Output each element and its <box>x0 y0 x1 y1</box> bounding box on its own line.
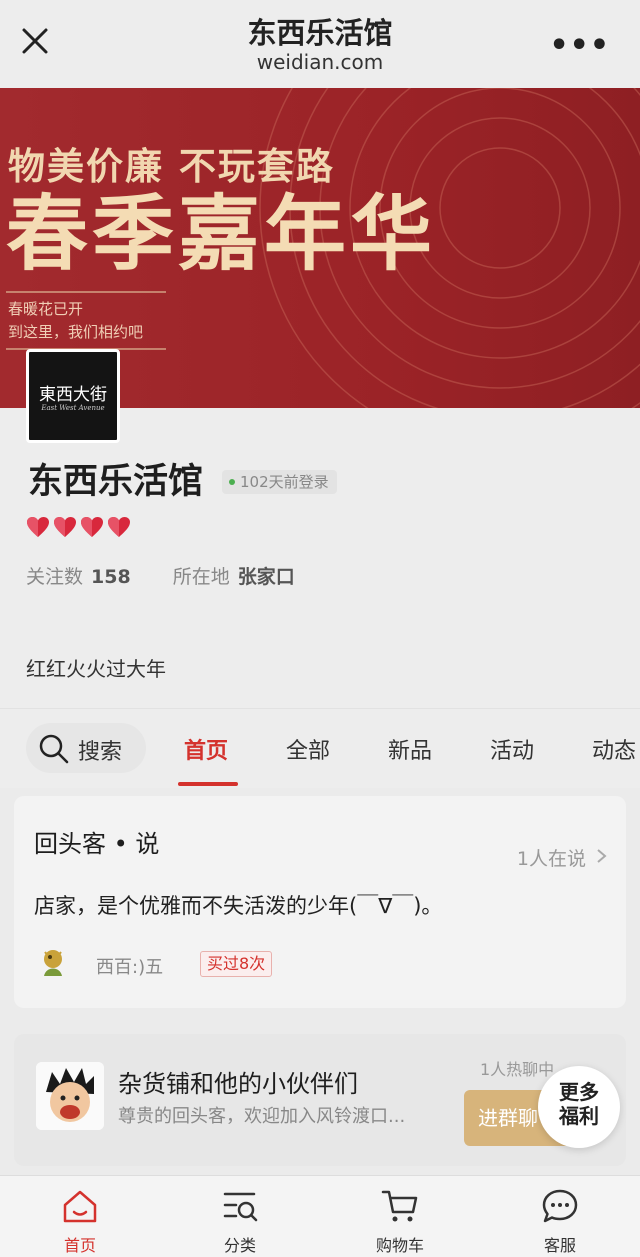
location-label: 所在地 <box>172 566 230 588</box>
bubble-line-2: 福利 <box>559 1104 599 1128</box>
tab-new[interactable]: 新品 <box>388 733 432 765</box>
review-talking-count[interactable]: 1人在说 <box>517 844 586 871</box>
group-name: 杂货铺和他的小伙伴们 <box>118 1070 358 1098</box>
review-card-title: 回头客 • 说 <box>34 830 160 858</box>
user-avatar <box>44 950 62 976</box>
nav-item-service[interactable]: 客服 <box>510 1186 610 1256</box>
shop-page: 东西乐活馆 weidian.com ••• 物美价廉 不玩套路 春季嘉年华 春暖… <box>0 0 640 1257</box>
shop-rating-hearts <box>26 516 131 538</box>
location-value: 张家口 <box>237 566 295 588</box>
shop-tab-bar: 搜索 首页 全部 新品 活动 动态 <box>0 708 640 788</box>
tab-home[interactable]: 首页 <box>184 733 228 765</box>
service-icon <box>542 1189 578 1223</box>
login-status-badge: 102天前登录 <box>222 470 337 494</box>
heart-icon <box>81 517 103 537</box>
heart-icon <box>27 517 49 537</box>
tab-all[interactable]: 全部 <box>286 733 330 765</box>
heart-icon <box>54 517 76 537</box>
banner-headline: 春季嘉年华 <box>6 187 437 282</box>
cart-icon <box>381 1190 418 1222</box>
review-text: 店家，是个优雅而不失活泼的少年(￣∇￣)。 <box>34 894 443 918</box>
logo-text-cn: 東西大街 <box>39 385 107 405</box>
chevron-right-icon[interactable] <box>596 848 608 864</box>
page-domain: weidian.com <box>256 50 384 74</box>
group-active-count: 1人热聊中 <box>480 1060 555 1079</box>
nav-label-service: 客服 <box>543 1236 576 1255</box>
category-icon <box>223 1192 258 1222</box>
heart-icon <box>108 517 130 537</box>
shop-logo[interactable]: 東西大街 East West Avenue <box>26 349 120 443</box>
more-icon[interactable]: ••• <box>549 28 610 63</box>
top-bar: 东西乐活馆 weidian.com ••• <box>0 0 640 88</box>
followers-count: 158 <box>91 566 131 588</box>
group-chat-card[interactable]: 杂货铺和他的小伙伴们 尊贵的回头客，欢迎加入风铃渡口... 1人热聊中 进群聊 <box>14 1034 626 1166</box>
followers-label: 关注数 <box>26 566 84 588</box>
review-username: 西百:)五 <box>96 957 164 978</box>
online-dot-icon <box>229 479 235 485</box>
login-status-text: 102天前登录 <box>240 473 329 491</box>
nav-label-home: 首页 <box>63 1236 96 1255</box>
nav-label-category: 分类 <box>223 1236 256 1255</box>
shop-name: 东西乐活馆 <box>28 462 204 502</box>
group-avatar-image <box>36 1062 104 1130</box>
group-avatar <box>36 1062 104 1130</box>
nav-item-cart[interactable]: 购物车 <box>350 1186 450 1256</box>
more-benefits-button[interactable]: 更多 福利 <box>538 1066 620 1148</box>
page-title: 东西乐活馆 <box>247 16 393 50</box>
banner-subline-1: 春暖花已开 <box>8 300 84 318</box>
banner-divider <box>6 291 166 293</box>
bottom-nav: 首页 分类 购物车 客服 <box>0 1175 640 1257</box>
search-button-label: 搜索 <box>78 740 123 765</box>
search-icon <box>39 734 69 764</box>
tab-feed[interactable]: 动态 <box>592 733 636 765</box>
shop-stats: 关注数 158 所在地 张家口 <box>26 562 295 589</box>
banner-slogan: 物美价廉 不玩套路 <box>8 145 335 188</box>
banner-subline-2: 到这里，我们相约吧 <box>8 323 144 341</box>
search-button[interactable]: 搜索 <box>26 723 146 773</box>
home-icon <box>63 1190 97 1223</box>
shop-description: 红红火火过大年 <box>26 657 166 681</box>
purchase-count-badge: 买过8次 <box>200 951 273 977</box>
nav-label-cart: 购物车 <box>375 1236 424 1255</box>
nav-item-home[interactable]: 首页 <box>30 1186 130 1256</box>
active-tab-indicator <box>178 782 238 786</box>
logo-text-en: East West Avenue <box>41 404 105 412</box>
group-subtitle: 尊贵的回头客，欢迎加入风铃渡口... <box>118 1106 406 1127</box>
nav-item-category[interactable]: 分类 <box>190 1186 290 1256</box>
bubble-line-1: 更多 <box>559 1080 599 1104</box>
repeat-customer-review-card[interactable]: 回头客 • 说 1人在说 店家，是个优雅而不失活泼的少年(￣∇￣)。 西百:)五… <box>14 796 626 1008</box>
tab-activity[interactable]: 活动 <box>490 733 534 765</box>
